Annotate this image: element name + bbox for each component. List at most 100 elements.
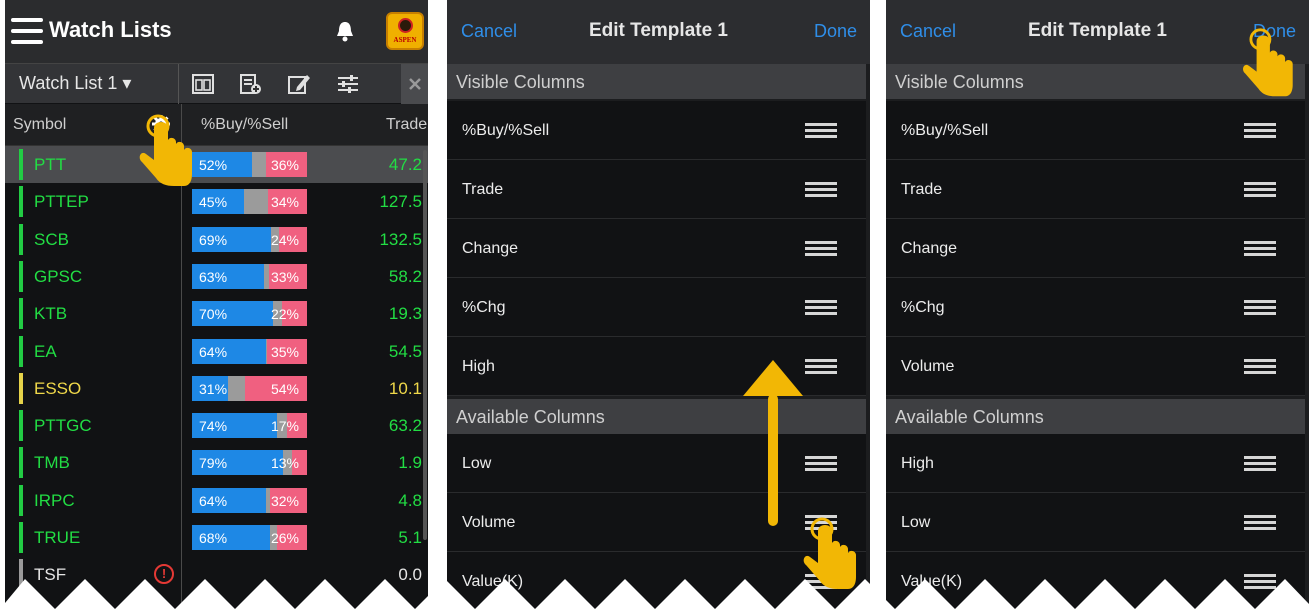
watch-list-screen: Watch Lists ASPEN Watch List 1 ▾ Symbol … <box>5 0 428 609</box>
table-row[interactable]: PTTGC 74% 17% 63.2 <box>5 407 428 444</box>
drag-handle-icon[interactable] <box>805 123 837 139</box>
column-item-label: Change <box>901 240 958 257</box>
drag-handle-icon[interactable] <box>1244 515 1276 531</box>
trade-cell: 47.2 <box>388 155 422 174</box>
column-item[interactable]: Low <box>447 434 866 493</box>
drag-handle-icon[interactable] <box>1244 300 1276 316</box>
view-mode-icon[interactable] <box>191 72 215 96</box>
table-row[interactable]: EA 64% 35% 54.5 <box>5 333 428 370</box>
table-row[interactable]: PTTEP 45% 34% 127.5 <box>5 183 428 220</box>
trade-cell: 19.3 <box>388 304 422 324</box>
buy-percent: 79% <box>199 455 228 472</box>
buy-sell-bar: 52% 36% <box>192 152 307 177</box>
symbol-cell: EA <box>34 341 57 361</box>
buy-percent: 63% <box>199 268 228 285</box>
add-symbol-icon[interactable] <box>238 72 262 96</box>
table-row[interactable]: SCB 69% 24% 132.5 <box>5 221 428 258</box>
aspen-logo[interactable]: ASPEN <box>386 12 424 50</box>
drag-handle-icon[interactable] <box>1244 359 1276 375</box>
table-row[interactable]: TRUE 68% 26% 5.1 <box>5 519 428 556</box>
buy-sell-bar: 70% 22% <box>192 301 307 327</box>
table-row[interactable]: ESSO 31% 54% 10.1 <box>5 370 428 407</box>
settings-sliders-icon[interactable] <box>336 72 360 96</box>
column-item[interactable]: %Buy/%Sell <box>886 101 1305 160</box>
drag-handle-icon[interactable] <box>1244 241 1276 257</box>
sell-percent: 26% <box>270 530 299 546</box>
cancel-button[interactable]: Cancel <box>461 21 517 42</box>
close-toolbar-button[interactable] <box>401 64 428 104</box>
done-button[interactable]: Done <box>814 21 857 42</box>
column-item[interactable]: High <box>886 434 1305 493</box>
app-header: Watch Lists ASPEN <box>5 0 428 63</box>
status-marker <box>19 484 23 516</box>
column-item[interactable]: %Buy/%Sell <box>447 101 866 160</box>
column-item[interactable]: High <box>447 337 866 396</box>
column-item[interactable]: %Chg <box>447 278 866 337</box>
buy-sell-bar: 63% 33% <box>192 263 307 289</box>
status-marker <box>19 410 23 442</box>
drag-handle-icon[interactable] <box>805 359 837 375</box>
close-icon <box>409 78 421 90</box>
buy-sell-column-header: %Buy/%Sell <box>201 116 289 133</box>
tap-done-hand-icon <box>1243 28 1293 97</box>
column-item-label: Volume <box>462 514 516 531</box>
trade-cell: 132.5 <box>379 229 422 249</box>
sell-percent: 17% <box>270 418 299 435</box>
available-columns-header: Available Columns <box>447 399 866 434</box>
trade-cell: 54.5 <box>388 341 422 361</box>
sell-percent: 13% <box>270 455 299 472</box>
column-item-label: High <box>901 455 934 472</box>
column-item[interactable]: Change <box>447 219 866 278</box>
sell-percent: 36% <box>270 157 299 173</box>
edit-icon[interactable] <box>287 72 311 96</box>
status-marker <box>19 522 23 553</box>
buy-percent: 64% <box>199 343 228 360</box>
table-row[interactable]: TMB 79% 13% 1.9 <box>5 444 428 481</box>
status-marker <box>19 298 23 330</box>
buy-percent: 69% <box>199 231 228 248</box>
drag-handle-icon[interactable] <box>805 456 837 472</box>
column-item[interactable]: Volume <box>886 337 1305 396</box>
drag-handle-icon[interactable] <box>1244 123 1276 139</box>
page-title: Watch Lists <box>49 17 172 42</box>
trade-cell: 58.2 <box>388 266 422 286</box>
drag-handle-icon[interactable] <box>805 300 837 316</box>
column-item-label: Low <box>901 514 931 531</box>
column-item-label: %Buy/%Sell <box>462 122 550 139</box>
table-row[interactable]: IRPC 64% 32% 4.8 <box>5 482 428 519</box>
column-item[interactable]: %Chg <box>886 278 1305 337</box>
table-row[interactable]: GPSC 63% 33% 58.2 <box>5 258 428 295</box>
column-item[interactable]: Trade <box>447 160 866 219</box>
table-row[interactable]: KTB 70% 22% 19.3 <box>5 295 428 332</box>
symbol-cell: KTB <box>34 304 68 324</box>
trade-column-header: Trade <box>386 116 428 133</box>
scrollbar[interactable] <box>423 150 427 540</box>
cancel-button[interactable]: Cancel <box>900 21 956 42</box>
trade-cell: 1.9 <box>398 453 422 473</box>
trade-cell: 127.5 <box>379 192 422 212</box>
table-row[interactable]: PTT 52% 36% 47.2 <box>5 146 428 183</box>
buy-percent: 64% <box>199 492 228 509</box>
hamburger-menu-icon[interactable] <box>11 18 43 44</box>
drag-handle-icon[interactable] <box>805 182 837 198</box>
column-item-label: %Buy/%Sell <box>901 122 989 139</box>
buy-percent: 68% <box>199 530 228 546</box>
column-item[interactable]: Low <box>886 493 1305 552</box>
drag-handle-icon[interactable] <box>805 241 837 257</box>
buy-sell-bar: 45% 34% <box>192 189 307 215</box>
bell-icon[interactable] <box>335 20 355 42</box>
trade-cell: 5.1 <box>398 528 422 547</box>
sell-percent: 33% <box>270 268 299 285</box>
column-item[interactable]: Change <box>886 219 1305 278</box>
buy-sell-bar: 64% 35% <box>192 338 307 364</box>
buy-sell-bar: 69% 24% <box>192 226 307 252</box>
buy-percent: 45% <box>199 194 228 211</box>
drag-handle-icon[interactable] <box>1244 456 1276 472</box>
column-item[interactable]: Trade <box>886 160 1305 219</box>
watchlist-dropdown[interactable]: Watch List 1 ▾ <box>5 64 179 104</box>
status-marker <box>19 223 23 255</box>
sell-percent: 32% <box>270 492 299 509</box>
drag-handle-icon[interactable] <box>1244 182 1276 198</box>
column-item-label: Low <box>462 455 492 472</box>
buy-sell-bar: 31% 54% <box>192 375 307 401</box>
